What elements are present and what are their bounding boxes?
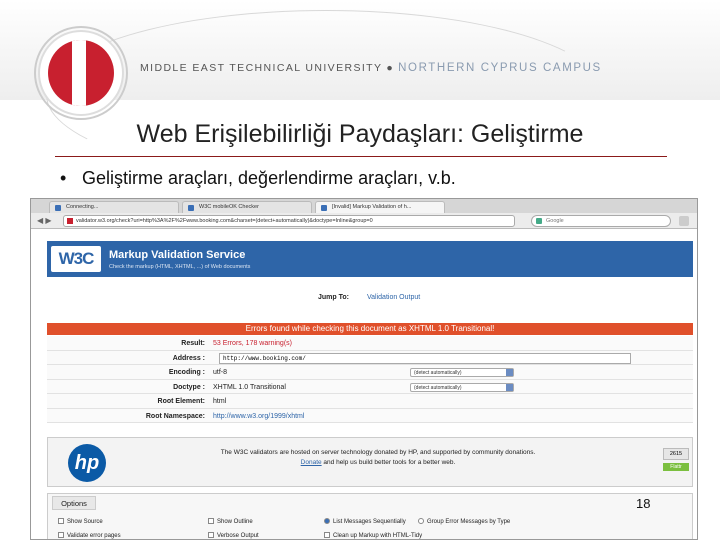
address-bar[interactable]: validator.w3.org/check?uri=http%3A%2F%2F… (63, 215, 515, 227)
show-source-option[interactable]: Show Source (58, 518, 103, 525)
address-label: Address : (172, 354, 205, 362)
w3c-logo[interactable]: W3C (51, 246, 101, 272)
university-name: MIDDLE EAST TECHNICAL UNIVERSITY ● NORTHER… (140, 62, 602, 74)
error-banner: Errors found while checking this documen… (47, 323, 693, 335)
checkbox-icon[interactable] (324, 532, 330, 538)
group-by-type-label: Group Error Messages by Type (427, 519, 511, 525)
radio-selected-icon[interactable] (324, 518, 330, 524)
title-divider (55, 156, 667, 157)
encoding-value: utf-8 (213, 369, 228, 376)
browser-tab-mobileok[interactable]: W3C mobileOK Checker (182, 201, 312, 213)
show-outline-label: Show Outline (217, 519, 253, 525)
root-namespace-link[interactable]: http://www.w3.org/1999/xhtml (213, 413, 304, 420)
table-row: Root Element: html (47, 394, 693, 409)
show-source-label: Show Source (67, 519, 103, 525)
encoding-label: Encoding : (168, 369, 205, 376)
doctype-label: Doctype : (173, 383, 205, 391)
bullet-marker: • (60, 168, 67, 188)
root-element-label: Root Element: (157, 398, 205, 405)
doctype-value: XHTML 1.0 Transitional (213, 383, 286, 391)
sponsor-text: The W3C validators are hosted on server … (178, 448, 578, 468)
extension-icon[interactable] (679, 216, 689, 226)
jump-to-label: Jump To: (318, 294, 349, 301)
hp-logo[interactable]: hp (68, 444, 106, 482)
sponsor-line-1: The W3C validators are hosted on server … (220, 449, 536, 456)
options-panel: Options Show Source Show Outline List Me… (47, 493, 693, 539)
bullet-text: Geliştirme araçları, değerlendirme araçl… (82, 168, 456, 188)
checkbox-icon[interactable] (208, 532, 214, 538)
donate-link[interactable]: Donate (301, 459, 322, 466)
browser-tab-strip: Connecting... W3C mobileOK Checker [Inva… (31, 199, 697, 213)
table-row: Result: 53 Errors, 178 warning(s) (47, 336, 693, 351)
flattr-button[interactable]: Flattr (663, 463, 689, 471)
metu-logo-icon (34, 26, 128, 120)
checkbox-icon[interactable] (58, 518, 64, 524)
encoding-select[interactable]: (detect automatically) (410, 368, 514, 377)
doctype-select[interactable]: (detect automatically) (410, 382, 514, 392)
list-sequentially-label: List Messages Sequentially (333, 519, 406, 525)
result-value: 53 Errors, 178 warning(s) (213, 340, 292, 347)
radio-icon[interactable] (418, 518, 424, 524)
sponsor-box: hp The W3C validators are hosted on serv… (47, 437, 693, 487)
back-forward-icon[interactable]: ◀ ▶ (37, 216, 52, 225)
slide-title: Web Erişilebilirliği Paydaşları: Gelişti… (136, 120, 584, 148)
separator-dot: ● (386, 62, 395, 74)
address-input[interactable]: http://www.booking.com/ (219, 352, 631, 364)
validator-title: Markup Validation Service (109, 249, 246, 261)
group-by-type-option[interactable]: Group Error Messages by Type (418, 518, 510, 525)
page-number: 18 (636, 496, 651, 511)
browser-tab-validator[interactable]: [Invalid] Markup Validation of h... (315, 201, 445, 213)
verbose-output-option[interactable]: Verbose Output (208, 532, 259, 539)
table-row: Root Namespace: http://www.w3.org/1999/x… (47, 408, 693, 423)
sponsor-line-2: and help us build better tools for a bet… (321, 459, 456, 466)
result-table: Result: 53 Errors, 178 warning(s) Addres… (47, 336, 693, 423)
list-sequentially-option[interactable]: List Messages Sequentially (324, 518, 406, 525)
root-namespace-label: Root Namespace: (145, 412, 205, 420)
header-arc-decoration (46, 10, 606, 180)
slide: MIDDLE EAST TECHNICAL UNIVERSITY ● NORTHER… (0, 0, 720, 540)
validate-error-pages-option[interactable]: Validate error pages (58, 532, 121, 539)
clean-up-option[interactable]: Clean up Markup with HTML-Tidy (324, 532, 422, 539)
validator-subtitle: Check the markup (HTML, XHTML, ...) of W… (109, 264, 251, 270)
root-element-value: html (213, 398, 227, 405)
search-box[interactable]: Google (531, 215, 671, 227)
validate-error-pages-label: Validate error pages (67, 533, 121, 539)
clean-up-label: Clean up Markup with HTML-Tidy (333, 533, 423, 539)
checkbox-icon[interactable] (208, 518, 214, 524)
validator-header: W3C Markup Validation Service Check the … (47, 241, 693, 277)
jump-to-link[interactable]: Validation Output (367, 294, 420, 301)
browser-toolbar: ◀ ▶ validator.w3.org/check?uri=http%3A%2… (31, 213, 697, 229)
browser-tab-connecting[interactable]: Connecting... (49, 201, 179, 213)
university-label: MIDDLE EAST TECHNICAL UNIVERSITY (140, 62, 383, 74)
table-row: Address : http://www.booking.com/ (47, 350, 693, 365)
options-toggle[interactable]: Options (52, 496, 96, 510)
browser-screenshot: Connecting... W3C mobileOK Checker [Inva… (30, 198, 698, 540)
flattr-count: 2615 (663, 448, 689, 460)
verbose-output-label: Verbose Output (217, 533, 259, 539)
table-row: Encoding : utf-8 (detect automatically) (47, 365, 693, 380)
campus-label: NORTHERN CYPRUS CAMPUS (398, 62, 602, 74)
result-label: Result: (181, 340, 205, 347)
table-row: Doctype : XHTML 1.0 Transitional (detect… (47, 379, 693, 394)
show-outline-option[interactable]: Show Outline (208, 518, 253, 525)
checkbox-icon[interactable] (58, 532, 64, 538)
bullet-item: • Geliştirme araçları, değerlendirme araç… (60, 168, 456, 189)
